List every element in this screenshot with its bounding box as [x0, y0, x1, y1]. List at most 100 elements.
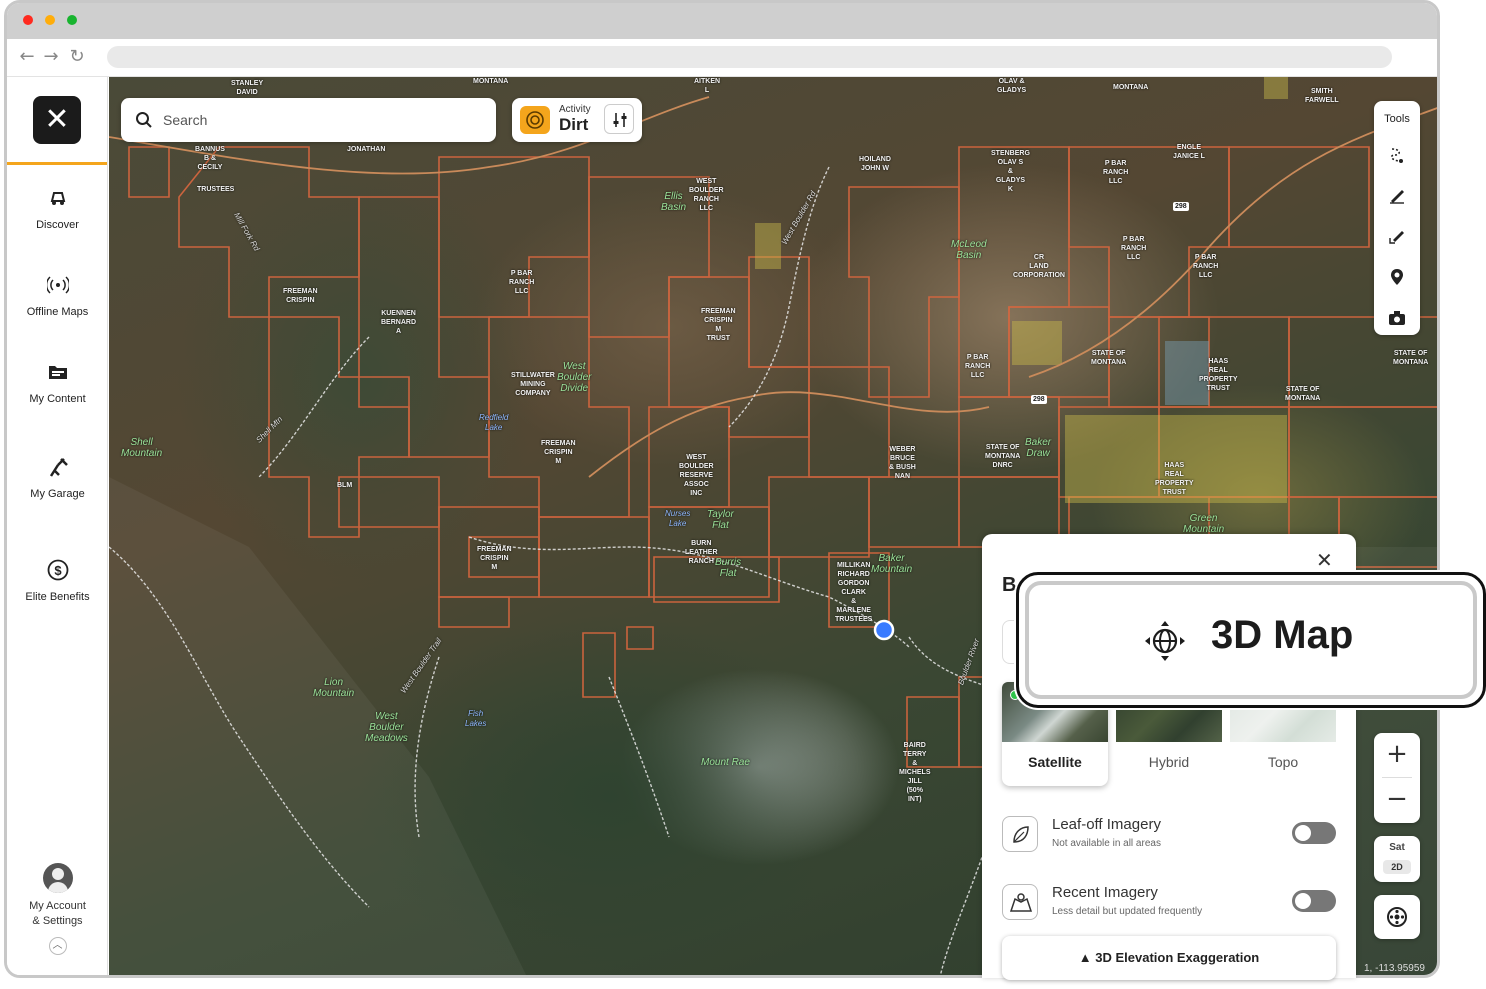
parcel-label[interactable]: FREEMAN CRISPIN M TRUST — [701, 307, 736, 343]
basemap-toggle-label: Sat — [1389, 842, 1405, 853]
place-label: Taylor Flat — [707, 509, 734, 531]
place-label: Mount Rae — [701, 757, 750, 768]
filter-sliders-icon[interactable] — [604, 104, 634, 134]
basemap-toggle-button[interactable]: Sat 2D — [1374, 836, 1420, 882]
compass-button[interactable] — [1374, 895, 1420, 939]
back-icon[interactable]: ← — [17, 47, 37, 67]
search-input[interactable]: Search — [163, 112, 207, 128]
garage-keys-icon — [49, 458, 68, 477]
lake-label: Fish Lakes — [465, 709, 487, 728]
coordinate-readout: 1, -113.95959 — [1364, 963, 1425, 974]
parcel-label[interactable]: AITKEN L — [694, 77, 720, 95]
highway-shield: 298 — [1031, 395, 1047, 404]
option-subtitle: Less detail but updated frequently — [1052, 906, 1203, 917]
parcel-label[interactable]: STATE OF MONTANA — [1393, 349, 1428, 367]
map-pin-icon[interactable] — [1387, 267, 1407, 287]
parcel-label[interactable]: STATE OF MONTANA — [1285, 385, 1320, 403]
place-label: Green Mountain — [1183, 513, 1225, 535]
parcel-label[interactable]: MILLIKAN RICHARD GORDON CLARK & MARLENE … — [835, 561, 872, 624]
leaf-icon — [1002, 816, 1038, 852]
parcel-label[interactable]: P BAR RANCH LLC — [1121, 235, 1146, 262]
place-label: West Boulder Divide — [557, 361, 592, 394]
parcel-label[interactable]: STATE OF MONTANA — [1091, 349, 1126, 367]
url-bar[interactable] — [107, 46, 1392, 68]
parcel-label[interactable]: BURN LEATHER RANCH — [685, 539, 718, 566]
chevron-up-icon[interactable]: ︿ — [48, 937, 67, 955]
parcel-label[interactable]: FREEMAN CRISPIN — [283, 287, 318, 305]
parcel-label[interactable]: HAAS REAL PROPERTY TRUST — [1155, 461, 1194, 497]
activity-selector[interactable]: Activity Dirt — [512, 98, 642, 142]
lake-label: Redfield Lake — [479, 413, 509, 432]
parcel-label[interactable]: BANNUS B & CECILY — [195, 145, 225, 172]
maximize-window-button[interactable] — [67, 15, 77, 25]
route-icon[interactable] — [1387, 145, 1407, 165]
parcel-label[interactable]: KUENNEN BERNARD A — [381, 309, 416, 336]
sidebar-item-discover[interactable]: Discover — [7, 187, 108, 231]
recent-imagery-toggle[interactable] — [1292, 890, 1336, 912]
place-label: Baker Draw — [1025, 437, 1052, 459]
camera-icon[interactable] — [1387, 308, 1407, 328]
folder-icon — [48, 366, 67, 379]
parcel-label[interactable]: FREEMAN CRISPIN M — [541, 439, 576, 466]
parcel-label[interactable]: TRUSTEES — [197, 185, 234, 194]
parcel-label[interactable]: STENBERG OLAV S & GLADYS K — [991, 149, 1030, 194]
parcel-label[interactable]: P BAR RANCH LLC — [509, 269, 534, 296]
reload-icon[interactable]: ↻ — [67, 47, 87, 67]
minimize-window-button[interactable] — [45, 15, 55, 25]
offline-signal-icon — [46, 276, 69, 294]
parcel-label[interactable]: MONTANA — [1113, 83, 1148, 92]
compass-icon — [1387, 907, 1407, 927]
draw-line-icon[interactable] — [1387, 185, 1407, 205]
draw-shape-icon[interactable] — [1387, 226, 1407, 246]
parcel-label[interactable]: HAAS REAL PROPERTY TRUST — [1199, 357, 1238, 393]
sidebar-item-my-content[interactable]: My Content — [7, 361, 108, 405]
account-label-line1: My Account — [29, 900, 86, 912]
parcel-label[interactable]: JONATHAN — [347, 145, 385, 154]
3d-map-callout-button[interactable]: 3D Map — [1016, 572, 1486, 708]
account-settings-button[interactable]: My Account & Settings ︿ — [7, 863, 108, 955]
place-label: Shell Mountain — [121, 437, 163, 459]
parcel-label[interactable]: STANLEY DAVID — [231, 79, 263, 97]
forward-icon[interactable]: → — [41, 47, 61, 67]
sidebar-item-offline-maps[interactable]: Offline Maps — [7, 274, 108, 318]
parcel-label[interactable]: BLM — [337, 481, 352, 490]
place-label: Burris Flat — [715, 557, 742, 579]
search-bar[interactable]: Search — [121, 98, 496, 142]
parcel-label[interactable]: WEBER BRUCE & BUSH NAN — [889, 445, 916, 481]
parcel-label[interactable]: SMITH FARWELL — [1305, 87, 1339, 105]
parcel-label[interactable]: P BAR RANCH LLC — [1103, 159, 1128, 186]
close-icon[interactable]: ✕ — [1316, 548, 1333, 572]
sidebar-item-my-garage[interactable]: My Garage — [7, 456, 108, 500]
elevation-exaggeration-button[interactable]: ▲ 3D Elevation Exaggeration — [1002, 936, 1336, 980]
offroad-vehicle-icon — [50, 192, 65, 205]
close-window-button[interactable] — [23, 15, 33, 25]
tools-title: Tools — [1384, 113, 1410, 125]
parcel-label[interactable]: WEST BOULDER RANCH LLC — [689, 177, 724, 213]
recent-imagery-option: Recent Imagery Less detail but updated f… — [1002, 882, 1336, 922]
parcel-label[interactable]: FREEMAN CRISPIN M — [477, 545, 512, 572]
parcel-label[interactable]: P BAR RANCH LLC — [965, 353, 990, 380]
onx-logo-icon[interactable]: ✕ — [33, 95, 81, 144]
parcel-label[interactable]: HOILAND JOHN W — [859, 155, 891, 173]
place-label: McLeod Basin — [951, 239, 987, 261]
place-label: Ellis Basin — [661, 191, 687, 213]
sidebar-item-elite-benefits[interactable]: $ Elite Benefits — [7, 559, 108, 603]
sidebar-item-label: Offline Maps — [26, 306, 89, 318]
elevation-button-label: 3D Elevation Exaggeration — [1095, 950, 1260, 965]
basemap-option-label: Hybrid — [1148, 754, 1190, 770]
zoom-in-button[interactable]: + — [1374, 733, 1420, 777]
parcel-label[interactable]: OLAV & GLADYS — [997, 77, 1026, 95]
title-bar — [7, 3, 1437, 39]
parcel-label[interactable]: MONTANA — [473, 77, 508, 86]
browser-nav-bar: ← → ↻ — [7, 39, 1437, 77]
basemap-option-label: Satellite — [1028, 754, 1082, 770]
parcel-label[interactable]: CR LAND CORPORATION — [1013, 253, 1065, 280]
parcel-label[interactable]: WEST BOULDER RESERVE ASSOC INC — [679, 453, 714, 498]
parcel-label[interactable]: BAIRD TERRY & MICHELS JILL (50% INT) — [899, 741, 931, 804]
parcel-label[interactable]: STILLWATER MINING COMPANY — [511, 371, 555, 398]
parcel-label[interactable]: ENGLE JANICE L — [1173, 143, 1205, 161]
zoom-out-button[interactable]: − — [1374, 778, 1420, 822]
leaf-off-toggle[interactable] — [1292, 822, 1336, 844]
parcel-label[interactable]: P BAR RANCH LLC — [1193, 253, 1218, 280]
parcel-label[interactable]: STATE OF MONTANA DNRC — [985, 443, 1020, 470]
